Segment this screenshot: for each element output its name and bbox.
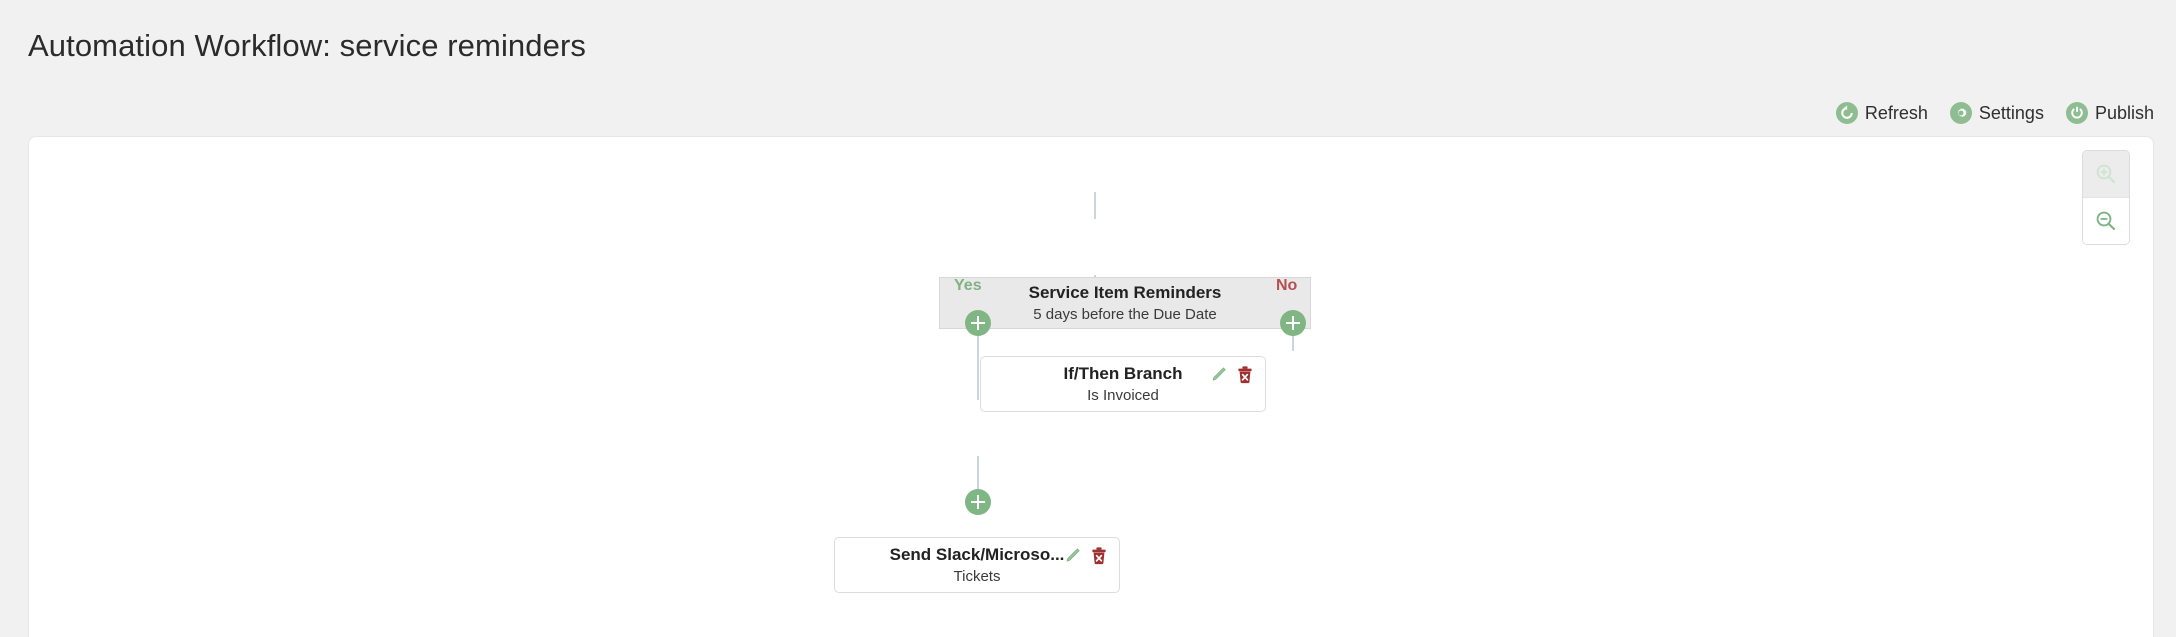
connector-trigger-to-branch	[1094, 192, 1096, 219]
branch-label-yes: Yes	[954, 277, 982, 294]
add-node-button-yes[interactable]	[965, 310, 991, 336]
node-title: Service Item Reminders	[1028, 282, 1222, 302]
refresh-button[interactable]: Refresh	[1835, 102, 1928, 124]
workflow-canvas[interactable]: Service Item Reminders 5 days before the…	[29, 137, 2153, 637]
publish-button[interactable]: Publish	[2065, 102, 2154, 124]
pencil-icon[interactable]	[1061, 545, 1083, 572]
workflow-toolbar: Refresh Settings Publish	[1835, 102, 2154, 124]
page-title: Automation Workflow: service reminders	[28, 28, 586, 63]
node-title: If/Then Branch	[1063, 363, 1183, 383]
zoom-in-icon	[2094, 162, 2118, 186]
publish-button-label: Publish	[2094, 102, 2154, 123]
node-actions	[1061, 545, 1109, 572]
gear-icon	[1949, 102, 1972, 124]
refresh-icon	[1835, 102, 1858, 124]
branch-label-no: No	[1276, 277, 1298, 294]
settings-button-label: Settings	[1978, 102, 2044, 123]
add-node-button-after-action[interactable]	[965, 489, 991, 515]
zoom-in-button[interactable]	[2083, 151, 2129, 197]
trash-icon[interactable]	[1089, 545, 1109, 572]
trash-icon[interactable]	[1235, 364, 1255, 391]
pencil-icon[interactable]	[1207, 364, 1229, 391]
add-node-button-no[interactable]	[1280, 310, 1306, 336]
workflow-node-branch[interactable]: If/Then Branch Is Invoiced	[980, 356, 1266, 412]
node-subtitle: Is Invoiced	[1087, 386, 1159, 404]
node-title: Send Slack/Microso...	[889, 544, 1065, 564]
connector-yes-to-action	[977, 351, 979, 400]
power-icon	[2065, 102, 2088, 124]
node-subtitle: Tickets	[953, 567, 1001, 585]
zoom-out-button[interactable]	[2083, 197, 2129, 244]
zoom-controls	[2082, 150, 2130, 245]
settings-button[interactable]: Settings	[1949, 102, 2044, 124]
node-actions	[1207, 364, 1255, 391]
zoom-out-icon	[2094, 209, 2118, 233]
workflow-node-trigger[interactable]: Service Item Reminders 5 days before the…	[939, 277, 1311, 329]
connector-action-to-add	[977, 456, 979, 490]
node-subtitle: 5 days before the Due Date	[1033, 305, 1217, 323]
workflow-node-action[interactable]: Send Slack/Microso... Tickets	[834, 537, 1120, 593]
refresh-button-label: Refresh	[1864, 102, 1928, 123]
